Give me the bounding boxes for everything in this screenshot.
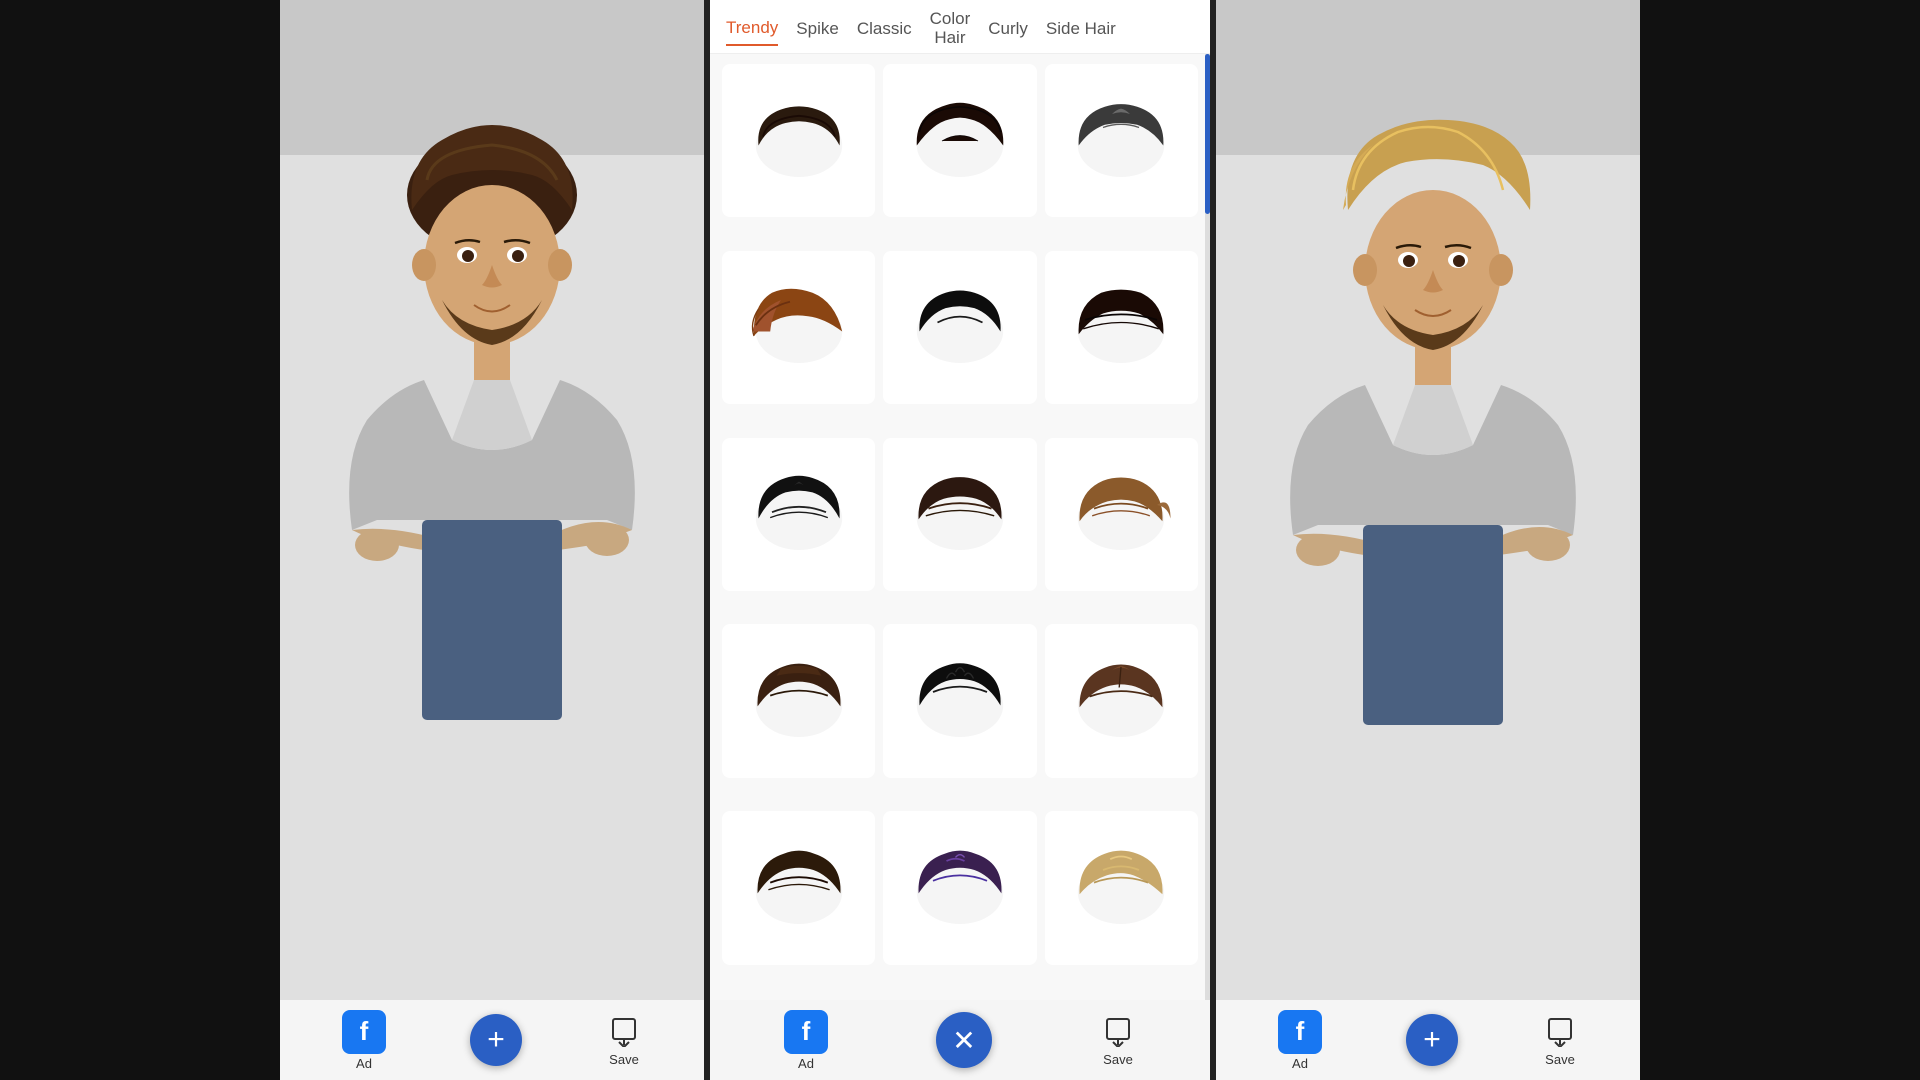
- tab-curly[interactable]: Curly: [988, 19, 1028, 45]
- left-ad-button[interactable]: f Ad: [342, 1010, 386, 1071]
- right-edge-strip: [1640, 0, 1920, 1080]
- tab-classic[interactable]: Classic: [857, 19, 912, 45]
- hair-item-9[interactable]: [1045, 438, 1198, 591]
- left-ad-label: Ad: [356, 1056, 372, 1071]
- hair-item-3[interactable]: [1045, 64, 1198, 217]
- right-save-button[interactable]: Save: [1542, 1014, 1578, 1067]
- center-ad-button[interactable]: f Ad: [784, 1010, 828, 1071]
- left-facebook-icon: f: [342, 1010, 386, 1054]
- hair-item-13[interactable]: [722, 811, 875, 964]
- right-bottom-bar: f Ad + Save: [1216, 1000, 1640, 1080]
- tab-color-hair[interactable]: ColorHair: [930, 10, 971, 53]
- hair-item-15[interactable]: [1045, 811, 1198, 964]
- hair-style-grid: [710, 54, 1210, 1000]
- center-ad-label: Ad: [798, 1056, 814, 1071]
- hair-item-4[interactable]: [722, 251, 875, 404]
- hair-item-10[interactable]: [722, 624, 875, 777]
- person-figure-left: [312, 100, 672, 780]
- person-figure-right: [1248, 100, 1608, 780]
- close-button[interactable]: ✕: [936, 1012, 992, 1068]
- center-save-icon: [1100, 1014, 1136, 1050]
- tabs-bar: Trendy Spike Classic ColorHair Curly Sid…: [710, 0, 1210, 54]
- hair-item-5[interactable]: [883, 251, 1036, 404]
- hair-item-12[interactable]: [1045, 624, 1198, 777]
- right-panel: f Ad + Save: [1210, 0, 1640, 1080]
- hair-item-7[interactable]: [722, 438, 875, 591]
- left-save-label: Save: [609, 1052, 639, 1067]
- left-save-icon: [606, 1014, 642, 1050]
- right-plus-button[interactable]: +: [1406, 1014, 1458, 1066]
- center-panel: Trendy Spike Classic ColorHair Curly Sid…: [710, 0, 1210, 1080]
- tab-trendy[interactable]: Trendy: [726, 18, 778, 46]
- left-panel: f Ad + Save: [280, 0, 710, 1080]
- right-ad-label: Ad: [1292, 1056, 1308, 1071]
- hair-item-11[interactable]: [883, 624, 1036, 777]
- center-facebook-icon: f: [784, 1010, 828, 1054]
- right-save-icon: [1542, 1014, 1578, 1050]
- right-ad-button[interactable]: f Ad: [1278, 1010, 1322, 1071]
- hair-item-1[interactable]: [722, 64, 875, 217]
- left-save-button[interactable]: Save: [606, 1014, 642, 1067]
- right-facebook-icon: f: [1278, 1010, 1322, 1054]
- left-edge-strip: [0, 0, 280, 1080]
- right-save-label: Save: [1545, 1052, 1575, 1067]
- tab-side-hair[interactable]: Side Hair: [1046, 19, 1116, 45]
- center-save-label: Save: [1103, 1052, 1133, 1067]
- center-save-button[interactable]: Save: [1100, 1014, 1136, 1067]
- left-plus-button[interactable]: +: [470, 1014, 522, 1066]
- hair-item-8[interactable]: [883, 438, 1036, 591]
- left-bottom-bar: f Ad + Save: [280, 1000, 704, 1080]
- center-bottom-bar: f Ad ✕ Save: [710, 1000, 1210, 1080]
- hair-item-14[interactable]: [883, 811, 1036, 964]
- tab-spike[interactable]: Spike: [796, 19, 839, 45]
- hair-item-6[interactable]: [1045, 251, 1198, 404]
- hair-item-2[interactable]: [883, 64, 1036, 217]
